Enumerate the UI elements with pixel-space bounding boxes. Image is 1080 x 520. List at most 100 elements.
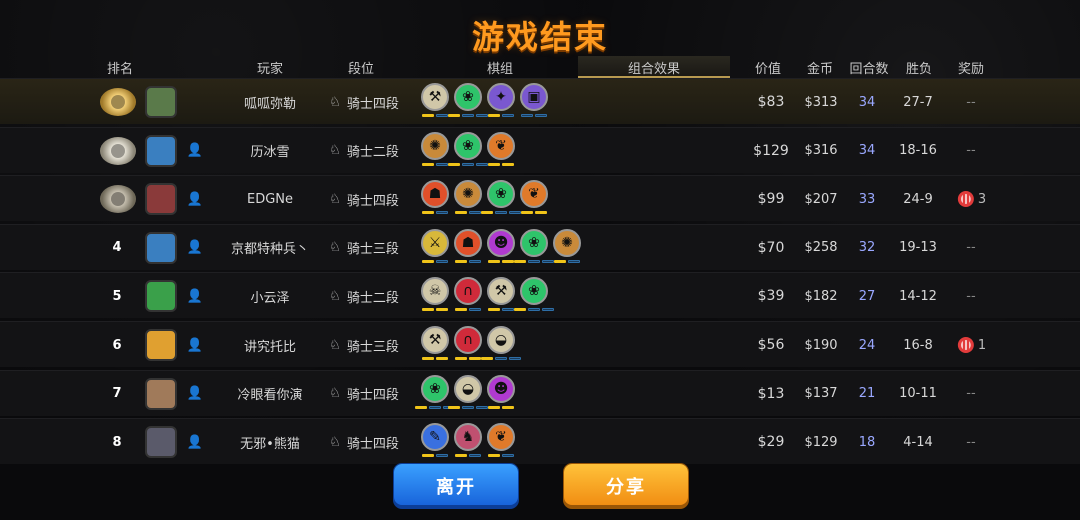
swords-icon[interactable]: ⚔ bbox=[421, 228, 449, 257]
synergy-item[interactable]: ⚒ bbox=[486, 277, 516, 317]
avatar-cell[interactable] bbox=[145, 176, 177, 222]
tier-cell: ♘ 骑士四段 bbox=[329, 371, 399, 417]
imp-icon[interactable]: ☻ bbox=[487, 228, 515, 257]
tier-icon: ♘ bbox=[329, 386, 341, 402]
add-friend-button[interactable]: 👤 bbox=[187, 225, 203, 271]
synergy-item[interactable]: ✺ bbox=[453, 180, 483, 220]
value-text: $39 bbox=[757, 288, 785, 305]
leave-button[interactable]: 离开 bbox=[394, 464, 518, 508]
share-button[interactable]: 分享 bbox=[564, 464, 688, 508]
synergy-item[interactable]: ⚒ bbox=[420, 326, 450, 366]
synergy-item[interactable]: ❀ bbox=[514, 228, 554, 269]
value-text: $70 bbox=[757, 239, 785, 256]
tab-comp[interactable]: 棋组 bbox=[487, 58, 513, 77]
synergy-level-bar bbox=[422, 211, 434, 215]
avatar[interactable] bbox=[145, 231, 177, 264]
synergy-level-bars bbox=[455, 454, 481, 458]
avatar[interactable] bbox=[145, 183, 177, 216]
synergy-item[interactable]: ✎ bbox=[420, 423, 450, 463]
gold-text: $137 bbox=[804, 386, 838, 402]
demon-icon[interactable]: ☗ bbox=[421, 180, 449, 209]
avatar[interactable] bbox=[145, 134, 177, 167]
knight-icon[interactable]: ♞ bbox=[454, 423, 482, 452]
synergy-item[interactable]: ❦ bbox=[486, 423, 516, 463]
synergy-level-bar bbox=[514, 259, 526, 263]
helmet-icon[interactable]: ◒ bbox=[487, 326, 515, 354]
avatar-cell[interactable] bbox=[145, 419, 177, 465]
demon-icon[interactable]: ☗ bbox=[454, 228, 482, 257]
arch-icon[interactable]: ∩ bbox=[454, 326, 482, 354]
tablet-icon[interactable]: ▣ bbox=[520, 83, 548, 111]
synergy-item[interactable]: ❦ bbox=[486, 131, 516, 172]
skull-icon[interactable]: ☠ bbox=[421, 277, 449, 306]
gear-icon[interactable]: ✺ bbox=[454, 180, 482, 209]
arch-icon[interactable]: ∩ bbox=[454, 277, 482, 306]
synergy-item[interactable]: ♞ bbox=[453, 423, 483, 463]
gear-icon[interactable]: ✺ bbox=[553, 228, 581, 257]
avatar-cell[interactable] bbox=[145, 322, 177, 368]
synergy-level-bars bbox=[422, 454, 448, 458]
avatar[interactable] bbox=[145, 426, 177, 459]
synergy-item[interactable]: ▣ bbox=[519, 83, 549, 123]
paw-icon[interactable]: ❀ bbox=[421, 374, 449, 403]
synergy-item[interactable]: ❀ bbox=[415, 374, 455, 415]
synergy-level-bar bbox=[448, 162, 460, 166]
value-text: $83 bbox=[757, 94, 785, 110]
synergy-item[interactable]: ∩ bbox=[453, 326, 483, 366]
synergy-item[interactable]: ❀ bbox=[448, 131, 488, 172]
synergy-item[interactable]: ☗ bbox=[420, 180, 450, 220]
synergy-item[interactable]: ☻ bbox=[486, 374, 516, 415]
synergy-item[interactable]: ✦ bbox=[486, 83, 516, 123]
add-friend-button[interactable]: 👤 bbox=[187, 322, 203, 368]
add-friend-button[interactable]: 👤 bbox=[187, 419, 203, 465]
synergy-item[interactable]: ❀ bbox=[514, 277, 554, 317]
synergy-item[interactable]: ☻ bbox=[486, 228, 516, 269]
avatar-cell[interactable] bbox=[145, 79, 177, 125]
synergy-item[interactable]: ◒ bbox=[481, 326, 521, 366]
synergy-item[interactable]: ◒ bbox=[448, 374, 488, 415]
avatar[interactable] bbox=[145, 329, 177, 361]
leaf-icon[interactable]: ❦ bbox=[487, 423, 515, 452]
fish-icon[interactable]: ✦ bbox=[487, 83, 515, 111]
add-friend-button[interactable]: 👤 bbox=[187, 371, 203, 417]
synergy-item[interactable]: ❀ bbox=[448, 83, 488, 123]
leaf-icon[interactable]: ❦ bbox=[520, 180, 548, 209]
avatar[interactable] bbox=[145, 377, 177, 410]
avatar[interactable] bbox=[145, 86, 177, 118]
synergy-item[interactable]: ☠ bbox=[420, 277, 450, 317]
imp-icon[interactable]: ☻ bbox=[487, 374, 515, 403]
helmet-icon[interactable]: ◒ bbox=[454, 374, 482, 403]
avatar-cell[interactable] bbox=[145, 225, 177, 271]
axe-icon[interactable]: ⚒ bbox=[421, 83, 449, 111]
avatar[interactable] bbox=[145, 280, 177, 313]
paw-icon[interactable]: ❀ bbox=[487, 180, 515, 209]
leaf-icon[interactable]: ❦ bbox=[487, 131, 515, 160]
synergy-item[interactable]: ✺ bbox=[552, 228, 582, 269]
synergy-item[interactable]: ☗ bbox=[453, 228, 483, 269]
synergy-item[interactable]: ❀ bbox=[481, 180, 521, 220]
add-friend-button[interactable]: 👤 bbox=[187, 176, 203, 222]
synergy-level-bar bbox=[502, 162, 514, 166]
avatar-cell[interactable] bbox=[145, 128, 177, 174]
gold-text: $258 bbox=[804, 240, 838, 256]
avatar-cell[interactable] bbox=[145, 273, 177, 319]
paw-icon[interactable]: ❀ bbox=[454, 131, 482, 160]
add-friend-button[interactable]: 👤 bbox=[187, 128, 203, 174]
header-rank: 排名 bbox=[106, 62, 134, 77]
paw-icon[interactable]: ❀ bbox=[520, 228, 548, 257]
axe-icon[interactable]: ⚒ bbox=[421, 326, 449, 354]
feather-icon[interactable]: ✎ bbox=[421, 423, 449, 452]
synergy-item[interactable]: ✺ bbox=[420, 131, 450, 172]
paw-icon[interactable]: ❀ bbox=[454, 83, 482, 111]
synergy-item[interactable]: ∩ bbox=[453, 277, 483, 317]
synergy-item[interactable]: ⚔ bbox=[420, 228, 450, 269]
add-friend-button[interactable]: 👤 bbox=[187, 273, 203, 319]
paw-icon[interactable]: ❀ bbox=[520, 277, 548, 306]
synergy-item[interactable]: ❦ bbox=[519, 180, 549, 220]
synergy-item[interactable]: ⚒ bbox=[420, 83, 450, 123]
avatar-cell[interactable] bbox=[145, 371, 177, 417]
axe-icon[interactable]: ⚒ bbox=[487, 277, 515, 306]
tab-synergy[interactable]: 组合效果 bbox=[578, 56, 730, 78]
gear-icon[interactable]: ✺ bbox=[421, 131, 449, 160]
synergy-level-bar bbox=[455, 454, 467, 458]
